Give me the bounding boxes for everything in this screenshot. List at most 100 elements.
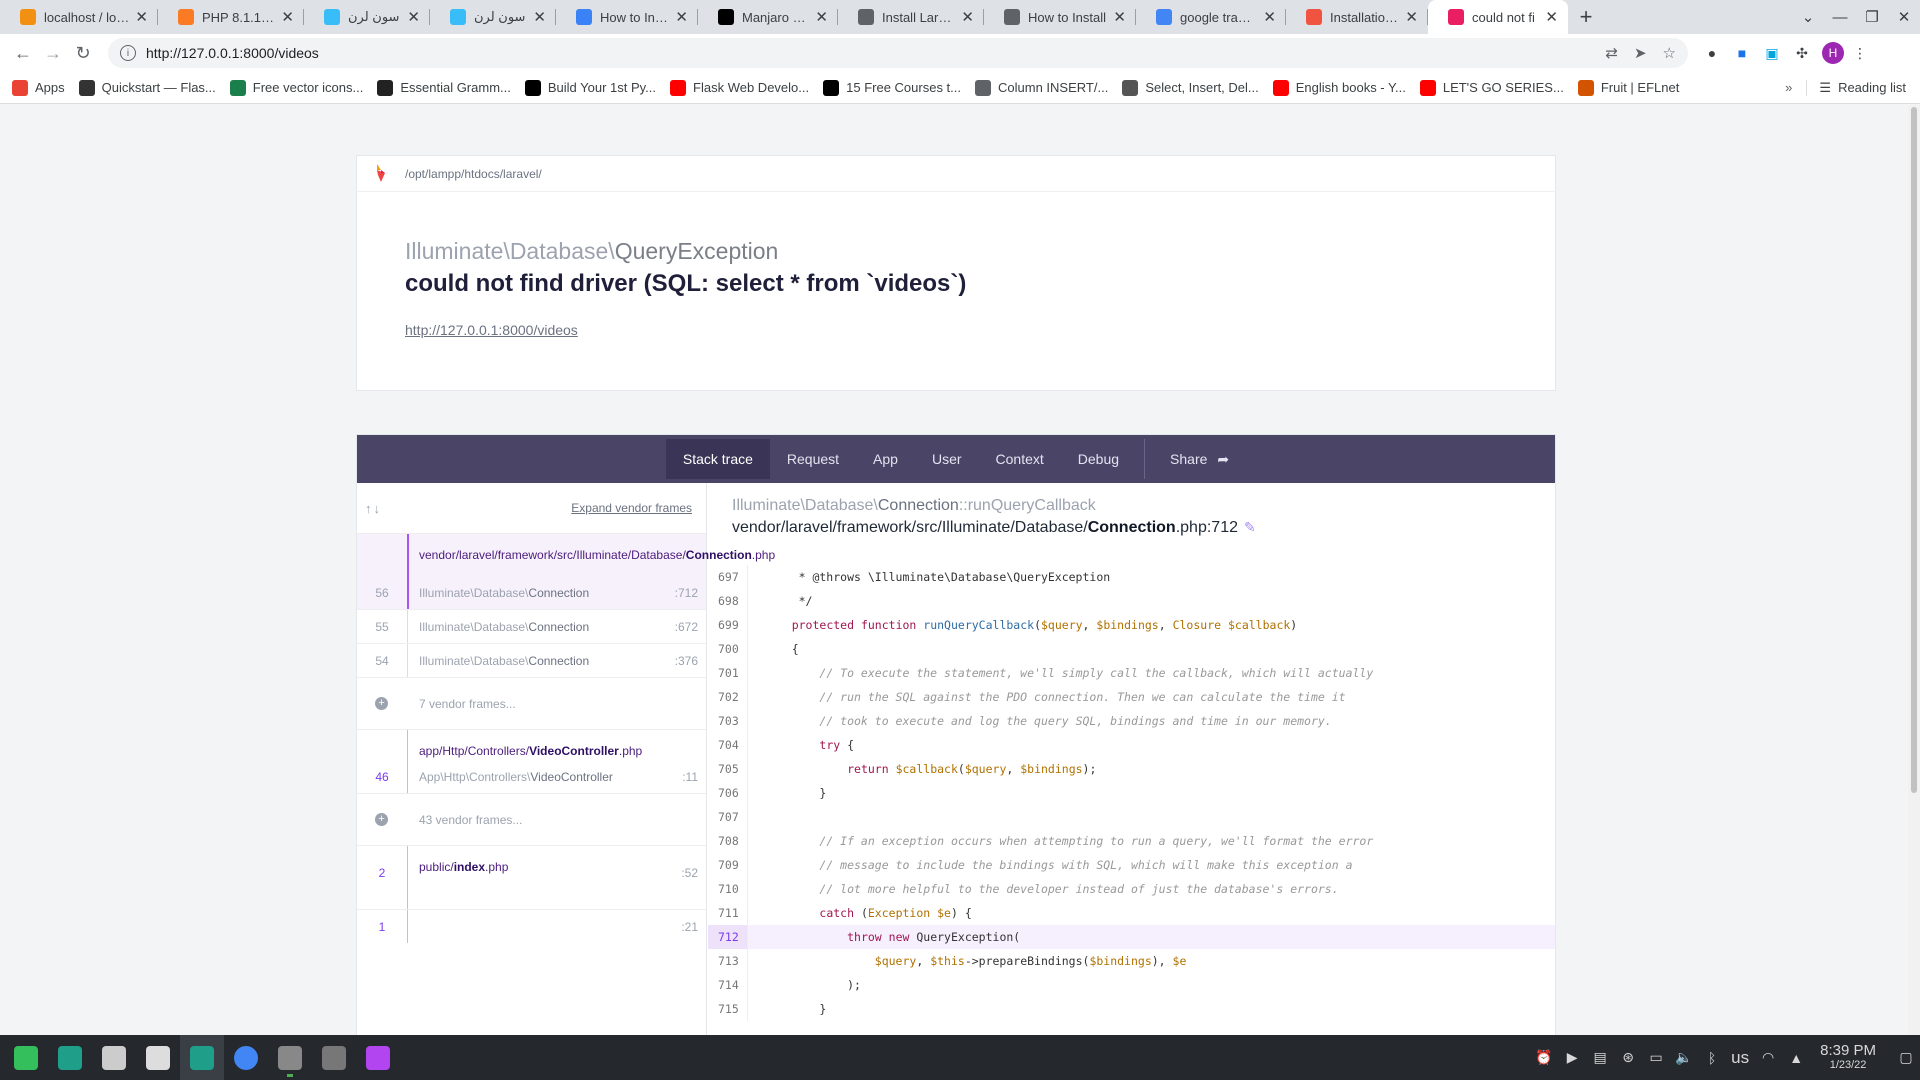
app-grid-icon[interactable] xyxy=(312,1035,356,1080)
extensions-puzzle-icon[interactable]: ✣ xyxy=(1788,39,1816,67)
line-number: 704 xyxy=(708,733,748,757)
tab-close-icon[interactable]: ✕ xyxy=(961,8,974,26)
stack-frame[interactable]: 1:21 xyxy=(357,909,706,943)
tab-close-icon[interactable]: ✕ xyxy=(1113,8,1126,26)
phpstorm-icon[interactable] xyxy=(356,1035,400,1080)
tab-close-icon[interactable]: ✕ xyxy=(281,8,294,26)
show-desktop-icon[interactable]: ▢ xyxy=(1892,1049,1920,1066)
expand-vendor-frames-link[interactable]: Expand vendor frames xyxy=(571,501,692,515)
bookmark-item[interactable]: Select, Insert, Del... xyxy=(1122,79,1259,96)
bookmark-star-icon[interactable]: ☆ xyxy=(1663,44,1676,62)
media-player-icon[interactable]: ▶ xyxy=(1558,1049,1586,1066)
forward-button[interactable]: → xyxy=(38,38,68,68)
tab-close-icon[interactable]: ✕ xyxy=(815,8,828,26)
browser-tab[interactable]: Install Laravel ✕ xyxy=(838,0,984,34)
bookmark-item[interactable]: Free vector icons... xyxy=(229,79,363,96)
frame-body: Illuminate\Database\Connection xyxy=(419,610,706,634)
bookmark-item[interactable]: Essential Gramm... xyxy=(377,79,511,96)
tab-request[interactable]: Request xyxy=(770,439,856,479)
browser-tab[interactable]: How to Install ✕ xyxy=(984,0,1136,34)
bookmark-item[interactable]: 15 Free Courses t... xyxy=(823,79,961,96)
tab-context[interactable]: Context xyxy=(979,439,1061,479)
minimize-button[interactable]: — xyxy=(1824,9,1856,26)
tab-app[interactable]: App xyxy=(856,439,915,479)
stack-frame[interactable]: 46 app/Http/Controllers/VideoController.p… xyxy=(357,729,706,793)
back-button[interactable]: ← xyxy=(8,38,38,68)
bookmark-item[interactable]: English books - Y... xyxy=(1272,79,1406,96)
reload-button[interactable]: ↻ xyxy=(68,38,98,68)
bookmark-item[interactable]: Column INSERT/... xyxy=(975,79,1108,96)
tab-debug[interactable]: Debug xyxy=(1061,439,1136,479)
close-window-button[interactable]: ✕ xyxy=(1888,8,1920,26)
browser-menu-icon[interactable]: ⋮ xyxy=(1846,39,1874,67)
browser-tab[interactable]: PHP 8.1.1 - php ✕ xyxy=(158,0,304,34)
page-scrollbar[interactable] xyxy=(1908,105,1920,1035)
new-tab-button[interactable]: + xyxy=(1568,0,1604,34)
bookmark-item[interactable]: Quickstart — Flas... xyxy=(78,79,216,96)
notifications-icon[interactable]: ⏰ xyxy=(1530,1049,1558,1066)
keyboard-layout[interactable]: us xyxy=(1726,1048,1754,1068)
bookmarks-overflow-button[interactable]: » xyxy=(1785,80,1792,95)
browser-tab[interactable]: could not fi ✕ xyxy=(1428,0,1568,34)
extension-clipboard-icon[interactable]: ▣ xyxy=(1758,39,1786,67)
maximize-button[interactable]: ❐ xyxy=(1856,8,1888,26)
url-text[interactable]: http://127.0.0.1:8000/videos xyxy=(146,45,1589,61)
terminal-icon[interactable] xyxy=(268,1035,312,1080)
tab-close-icon[interactable]: ✕ xyxy=(1263,8,1276,26)
share-button[interactable]: Share ➦ xyxy=(1153,439,1246,479)
tab-close-icon[interactable]: ✕ xyxy=(135,8,148,26)
stack-frame[interactable]: 2 public/index.php:52 xyxy=(357,845,706,909)
browser-tab[interactable]: localhost / loca ✕ xyxy=(0,0,158,34)
browser-tab[interactable]: How to Install l ✕ xyxy=(556,0,698,34)
stack-frame[interactable]: 56 vendor/laravel/framework/src/Illuminat… xyxy=(357,533,775,609)
tab-user[interactable]: User xyxy=(915,439,979,479)
tab-close-icon[interactable]: ✕ xyxy=(1405,8,1418,26)
bookmark-item[interactable]: LET'S GO SERIES... xyxy=(1419,79,1564,96)
manjaro-menu-icon[interactable] xyxy=(4,1035,48,1080)
tab-close-icon[interactable]: ✕ xyxy=(533,8,546,26)
bookmark-item[interactable]: Apps xyxy=(12,79,65,96)
browser-tab[interactable]: سون لرن ✕ xyxy=(430,0,556,34)
edit-pencil-icon[interactable]: ✎ xyxy=(1244,519,1256,535)
clipboard-icon[interactable]: ▤ xyxy=(1586,1049,1614,1066)
browser-tab[interactable]: google translat ✕ xyxy=(1136,0,1286,34)
chrome-icon[interactable] xyxy=(224,1035,268,1080)
tab-search-button[interactable]: ⌄ xyxy=(1792,8,1824,26)
stack-frame[interactable]: 54 Illuminate\Database\Connection:376 xyxy=(357,643,706,677)
reading-list-button[interactable]: ☰ Reading list xyxy=(1806,79,1906,96)
bookmark-item[interactable]: Build Your 1st Py... xyxy=(524,79,656,96)
send-icon[interactable]: ➤ xyxy=(1634,44,1647,62)
request-url-link[interactable]: http://127.0.0.1:8000/videos xyxy=(405,322,578,338)
vendor-frames-group[interactable]: +7 vendor frames... xyxy=(357,677,706,729)
extension-translate-icon[interactable]: ■ xyxy=(1728,39,1756,67)
tab-close-icon[interactable]: ✕ xyxy=(407,8,420,26)
volume-icon[interactable]: 🔈 xyxy=(1670,1049,1698,1066)
bookmark-item[interactable]: Flask Web Develo... xyxy=(670,79,809,96)
file-manager-icon[interactable] xyxy=(180,1035,224,1080)
tray-expand-icon[interactable]: ▲ xyxy=(1782,1050,1810,1066)
profile-avatar[interactable]: H xyxy=(1822,42,1844,64)
tab-stack-trace[interactable]: Stack trace xyxy=(665,439,770,479)
tab-close-icon[interactable]: ✕ xyxy=(675,8,688,26)
address-bar[interactable]: i http://127.0.0.1:8000/videos ⇄ ➤ ☆ xyxy=(108,38,1688,68)
translate-icon[interactable]: ⇄ xyxy=(1605,44,1618,62)
updates-icon[interactable]: ⊛ xyxy=(1614,1049,1642,1066)
site-info-icon[interactable]: i xyxy=(120,45,136,61)
storage-icon[interactable]: ▭ xyxy=(1642,1049,1670,1066)
files-icon[interactable] xyxy=(136,1035,180,1080)
browser-tab[interactable]: سون لرن ✕ xyxy=(304,0,430,34)
clock[interactable]: 8:39 PM 1/23/22 xyxy=(1820,1043,1876,1073)
system-settings-icon[interactable] xyxy=(92,1035,136,1080)
vendor-frames-group[interactable]: +43 vendor frames... xyxy=(357,793,706,845)
bookmark-item[interactable]: Fruit | EFLnet xyxy=(1577,79,1679,96)
tab-close-icon[interactable]: ✕ xyxy=(1545,8,1558,26)
scrollbar-thumb[interactable] xyxy=(1911,107,1917,793)
wifi-icon[interactable]: ◠ xyxy=(1754,1049,1782,1066)
browser-tab[interactable]: Manjaro - Lara ✕ xyxy=(698,0,838,34)
extension-w-icon[interactable]: ● xyxy=(1698,39,1726,67)
browser-tab[interactable]: Installation - L ✕ xyxy=(1286,0,1428,34)
stack-frame[interactable]: 55 Illuminate\Database\Connection:672 xyxy=(357,609,706,643)
bluetooth-icon[interactable]: ᛒ xyxy=(1698,1050,1726,1066)
frame-nav-arrows-icon[interactable]: ↑↓ xyxy=(365,501,382,516)
desktop-pager-icon[interactable] xyxy=(48,1035,92,1080)
